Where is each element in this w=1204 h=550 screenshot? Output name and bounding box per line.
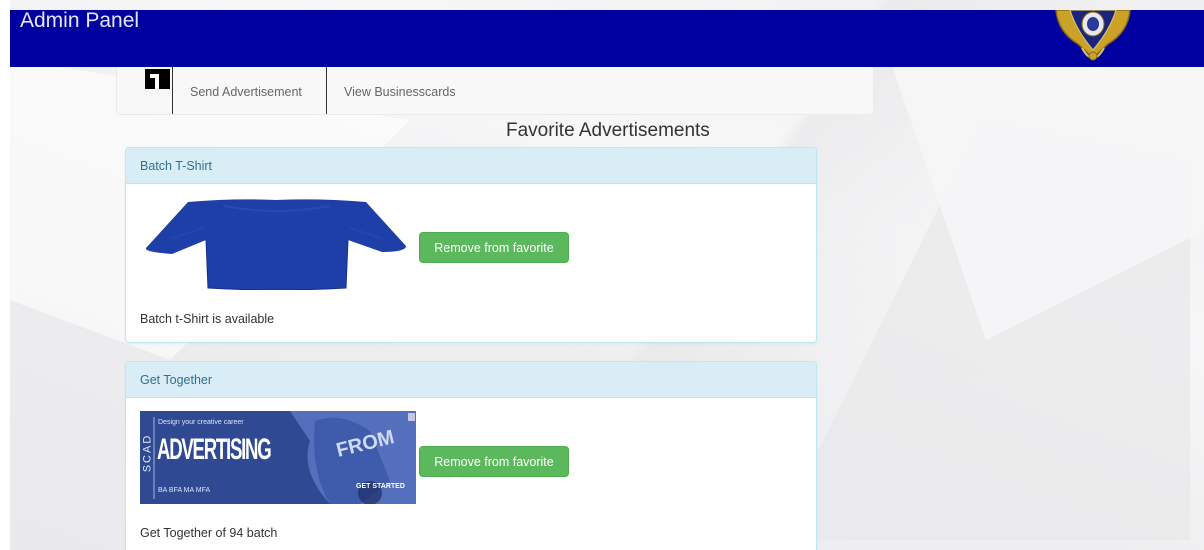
remove-from-favorite-button[interactable]: Remove from favorite: [419, 232, 569, 263]
blue-tshirt-image: [145, 199, 406, 290]
advertisement-panel: Get Together SCAD Design your creative c…: [125, 361, 817, 550]
scad-advertising-banner-image: SCAD Design your creative career ADVERTI…: [140, 411, 416, 504]
banner-cta[interactable]: GET STARTED: [356, 483, 405, 490]
admin-header-bar: Admin Panel: [10, 9, 1204, 67]
banner-degrees: BA BFA MA MFA: [158, 487, 211, 494]
advertisement-description: Batch t-Shirt is available: [140, 312, 275, 326]
top-navbar: Send Advertisement View Businesscards: [116, 67, 874, 115]
nav-divider: [326, 67, 327, 114]
advertisement-panel: Batch T-Shirt Remove from favorite Batch…: [125, 147, 817, 343]
nav-divider: [172, 67, 173, 114]
nav-link-send-advertisement[interactable]: Send Advertisement: [190, 85, 302, 99]
advertisement-heading: Batch T-Shirt: [126, 148, 816, 184]
advertisement-heading: Get Together: [126, 362, 816, 398]
page-left-margin: [0, 0, 10, 550]
page-title: Favorite Advertisements: [506, 120, 710, 141]
nav-link-view-businesscards[interactable]: View Businesscards: [344, 85, 456, 99]
brand-logo-icon[interactable]: [145, 69, 170, 89]
advertisement-description: Get Together of 94 batch: [140, 526, 278, 540]
banner-headline: ADVERTISING: [157, 433, 272, 466]
banner-vertical-text: SCAD: [141, 433, 154, 473]
remove-from-favorite-button[interactable]: Remove from favorite: [419, 446, 569, 477]
app-title[interactable]: Admin Panel: [20, 9, 139, 33]
banner-tagline: Design your creative career: [158, 419, 244, 426]
crest-emblem-icon: [1048, 9, 1138, 67]
